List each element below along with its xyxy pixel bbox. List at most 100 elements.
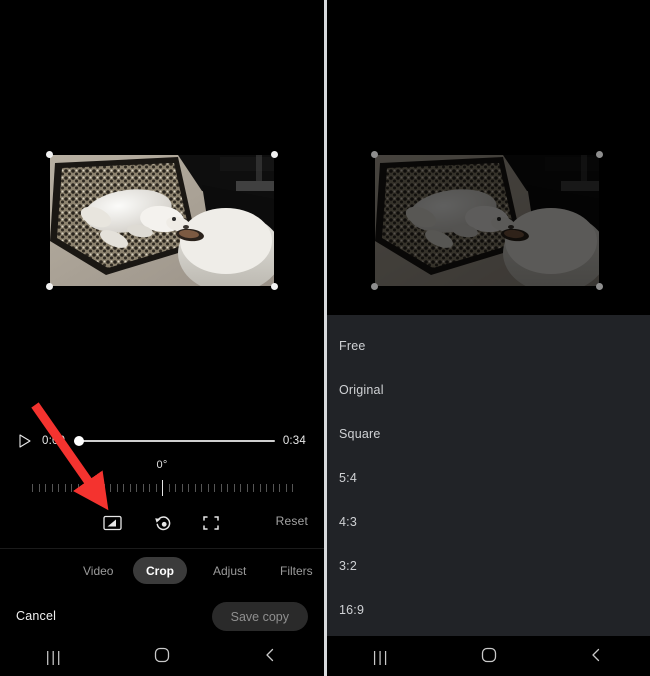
crop-handle-top-left[interactable] <box>371 151 378 158</box>
nav-home-button[interactable] <box>435 638 543 676</box>
nav-back-button[interactable] <box>542 638 650 676</box>
aspect-ratio-label: 4:3 <box>339 515 357 529</box>
rotate-icon[interactable] <box>148 508 178 538</box>
scrubber-thumb[interactable] <box>74 436 84 446</box>
ruler-tick <box>259 484 261 492</box>
panel-left-editor: 0:00 0:34 0° Reset Video Crop Adjust Fil… <box>0 0 324 676</box>
ruler-tick <box>77 484 79 492</box>
crop-handle-bottom-left[interactable] <box>46 283 53 290</box>
ruler-tick <box>32 484 33 492</box>
aspect-ratio-item[interactable]: Square <box>327 412 650 456</box>
play-triangle-icon[interactable] <box>18 434 31 448</box>
aspect-ratio-item[interactable]: 5:4 <box>327 456 650 500</box>
crop-handle-top-left[interactable] <box>46 151 53 158</box>
ruler-tick <box>84 484 85 492</box>
aspect-ratio-label: Square <box>339 427 381 441</box>
rotation-ruler[interactable] <box>32 480 293 496</box>
ruler-tick <box>201 484 202 492</box>
ruler-tick <box>253 484 254 492</box>
crop-handle-bottom-left[interactable] <box>371 283 378 290</box>
nav-home-button[interactable] <box>108 638 216 676</box>
back-chevron-icon <box>590 647 602 668</box>
tab-video[interactable]: Video <box>70 557 126 584</box>
ruler-tick <box>129 484 131 492</box>
rotation-angle-label: 0° <box>156 459 168 471</box>
ruler-tick <box>233 484 235 492</box>
ruler-tick <box>149 484 150 492</box>
ruler-tick <box>71 484 72 492</box>
ruler-tick <box>292 484 293 492</box>
nav-back-button[interactable] <box>216 638 324 676</box>
aspect-ratio-label: Free <box>339 339 366 353</box>
aspect-ratio-item[interactable]: Original <box>327 368 650 412</box>
aspect-ratio-icon[interactable] <box>97 508 127 538</box>
tab-crop[interactable]: Crop <box>133 557 187 584</box>
ruler-tick <box>279 484 280 492</box>
ruler-tick <box>64 484 66 492</box>
ruler-tick <box>168 484 170 492</box>
aspect-ratio-item[interactable]: Free <box>327 324 650 368</box>
ruler-tick <box>116 484 118 492</box>
panel-right-aspect-list: Free Original Square 5:4 4:3 3:2 16:9 ||| <box>327 0 650 676</box>
crop-handle-bottom-right[interactable] <box>596 283 603 290</box>
reset-button[interactable]: Reset <box>276 514 308 528</box>
screenshot-root: 0:00 0:34 0° Reset Video Crop Adjust Fil… <box>0 0 650 676</box>
ruler-tick <box>246 484 248 492</box>
recents-icon: ||| <box>45 648 63 666</box>
crop-handle-top-right[interactable] <box>596 151 603 158</box>
ruler-tick <box>97 484 98 492</box>
home-square-icon <box>481 647 497 668</box>
aspect-ratio-item[interactable]: 3:2 <box>327 544 650 588</box>
tab-filters[interactable]: Filters <box>267 557 324 584</box>
ruler-tick <box>58 484 59 492</box>
total-time-label: 0:34 <box>282 435 306 447</box>
ruler-tick-center <box>162 480 164 496</box>
aspect-ratio-item[interactable]: 16:9 <box>327 588 650 632</box>
ruler-tick <box>175 484 176 492</box>
aspect-ratio-label: 5:4 <box>339 471 357 485</box>
crop-handle-bottom-right[interactable] <box>271 283 278 290</box>
video-preview-right[interactable] <box>371 151 603 290</box>
save-copy-button[interactable]: Save copy <box>211 602 308 631</box>
ruler-tick <box>103 484 105 492</box>
android-navbar-left: ||| <box>0 638 324 676</box>
ruler-tick <box>227 484 228 492</box>
aspect-ratio-label: 3:2 <box>339 559 357 573</box>
ruler-tick <box>155 484 157 492</box>
ruler-tick <box>220 484 222 492</box>
cancel-button[interactable]: Cancel <box>16 609 56 623</box>
video-preview-left[interactable] <box>46 151 278 290</box>
current-time-label: 0:00 <box>42 435 66 447</box>
ruler-tick <box>38 484 40 492</box>
preview-dim-overlay <box>375 155 599 286</box>
ruler-tick <box>45 484 46 492</box>
ruler-tick <box>272 484 274 492</box>
video-frame-thumbnail-dimmed <box>375 155 599 286</box>
playback-scrubber[interactable]: 0:00 0:34 <box>0 428 324 454</box>
free-crop-brackets-icon[interactable] <box>196 508 226 538</box>
ruler-tick <box>194 484 196 492</box>
ruler-tick <box>136 484 137 492</box>
ruler-tick <box>142 484 144 492</box>
ruler-tick <box>181 484 183 492</box>
ruler-tick <box>285 484 287 492</box>
scrubber-track[interactable] <box>74 434 275 448</box>
ruler-tick <box>110 484 111 492</box>
aspect-ratio-item[interactable]: 4:3 <box>327 500 650 544</box>
crop-handle-top-right[interactable] <box>271 151 278 158</box>
aspect-ratio-label: 16:9 <box>339 603 365 617</box>
aspect-ratio-list[interactable]: Free Original Square 5:4 4:3 3:2 16:9 <box>327 315 650 636</box>
crop-tool-row: Reset <box>0 508 324 538</box>
ruler-tick <box>214 484 215 492</box>
tab-adjust[interactable]: Adjust <box>200 557 259 584</box>
video-frame-thumbnail <box>50 155 274 286</box>
ruler-tick <box>207 484 209 492</box>
android-navbar-right: ||| <box>327 638 650 676</box>
ruler-tick <box>266 484 267 492</box>
nav-recents-button[interactable]: ||| <box>0 638 108 676</box>
nav-recents-button[interactable]: ||| <box>327 638 435 676</box>
scrubber-track-line <box>74 440 275 442</box>
recents-icon: ||| <box>372 648 390 666</box>
home-square-icon <box>154 647 170 668</box>
ruler-tick <box>188 484 189 492</box>
